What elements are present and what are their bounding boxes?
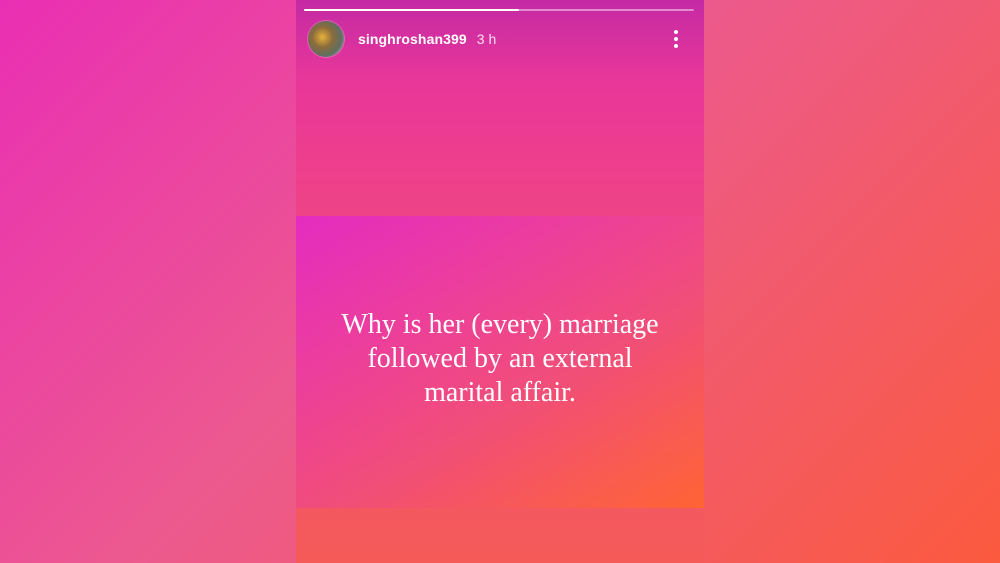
post-text-line: Why is her (every) marriage [341, 309, 659, 340]
story-header: singhroshan399 3 h [308, 20, 692, 58]
avatar[interactable] [308, 21, 344, 57]
story-viewer[interactable]: singhroshan399 3 h Why is her (every) ma… [296, 0, 704, 563]
post-timestamp: 3 h [476, 31, 497, 47]
post-text-line: marital affair. [424, 377, 576, 408]
post-text-line: followed by an external [367, 343, 633, 374]
username[interactable]: singhroshan399 [358, 31, 467, 47]
post-text: Why is her (every) marriage followed by … [320, 308, 680, 410]
story-progress-fill [304, 9, 519, 11]
story-post-card: Why is her (every) marriage followed by … [296, 216, 704, 508]
story-progress-bar [304, 9, 694, 11]
more-vertical-icon[interactable] [666, 27, 686, 51]
